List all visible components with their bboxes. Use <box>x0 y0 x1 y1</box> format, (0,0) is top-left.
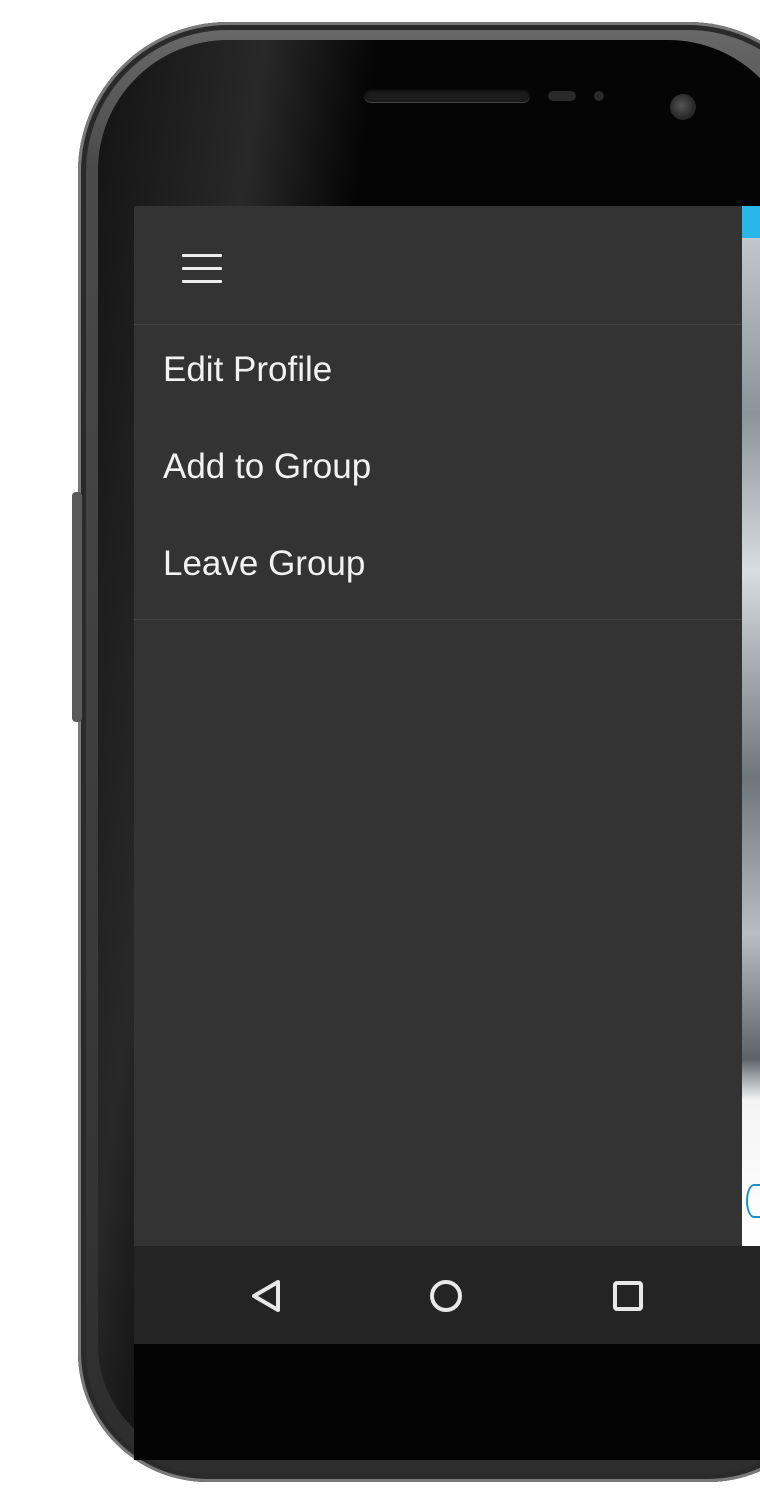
background-content <box>742 206 760 1246</box>
menu-item-leave-group[interactable]: Leave Group <box>134 519 742 615</box>
menu-button[interactable] <box>174 244 230 292</box>
stage: Edit Profile Add to Group Leave Group <box>0 0 760 1488</box>
phone-speaker <box>364 88 530 102</box>
navigation-drawer: Edit Profile Add to Group Leave Group <box>134 206 742 1246</box>
phone-sensor-dot <box>594 91 604 101</box>
drawer-menu-list: Edit Profile Add to Group Leave Group <box>134 325 742 620</box>
menu-item-add-to-group[interactable]: Add to Group <box>134 422 742 518</box>
phone-sensor <box>548 91 576 101</box>
menu-item-label: Edit Profile <box>163 350 333 389</box>
drawer-header <box>134 206 742 325</box>
system-nav-bar <box>134 1246 760 1344</box>
recents-button[interactable] <box>596 1264 660 1328</box>
background-accent-bar <box>742 206 760 238</box>
back-button[interactable] <box>234 1264 298 1328</box>
menu-item-edit-profile[interactable]: Edit Profile <box>134 325 742 421</box>
hamburger-icon <box>182 252 222 284</box>
menu-item-label: Leave Group <box>163 544 366 583</box>
back-triangle-icon <box>252 1280 280 1312</box>
home-circle-icon <box>430 1280 462 1312</box>
phone-bottom-bezel <box>134 1344 760 1460</box>
app-screen: Edit Profile Add to Group Leave Group <box>134 206 760 1344</box>
phone-side-button <box>72 492 82 722</box>
front-camera-icon <box>670 94 696 120</box>
menu-item-label: Add to Group <box>163 447 372 486</box>
recents-square-icon <box>613 1281 643 1311</box>
home-button[interactable] <box>414 1264 478 1328</box>
background-logo-fragment <box>746 1184 760 1218</box>
